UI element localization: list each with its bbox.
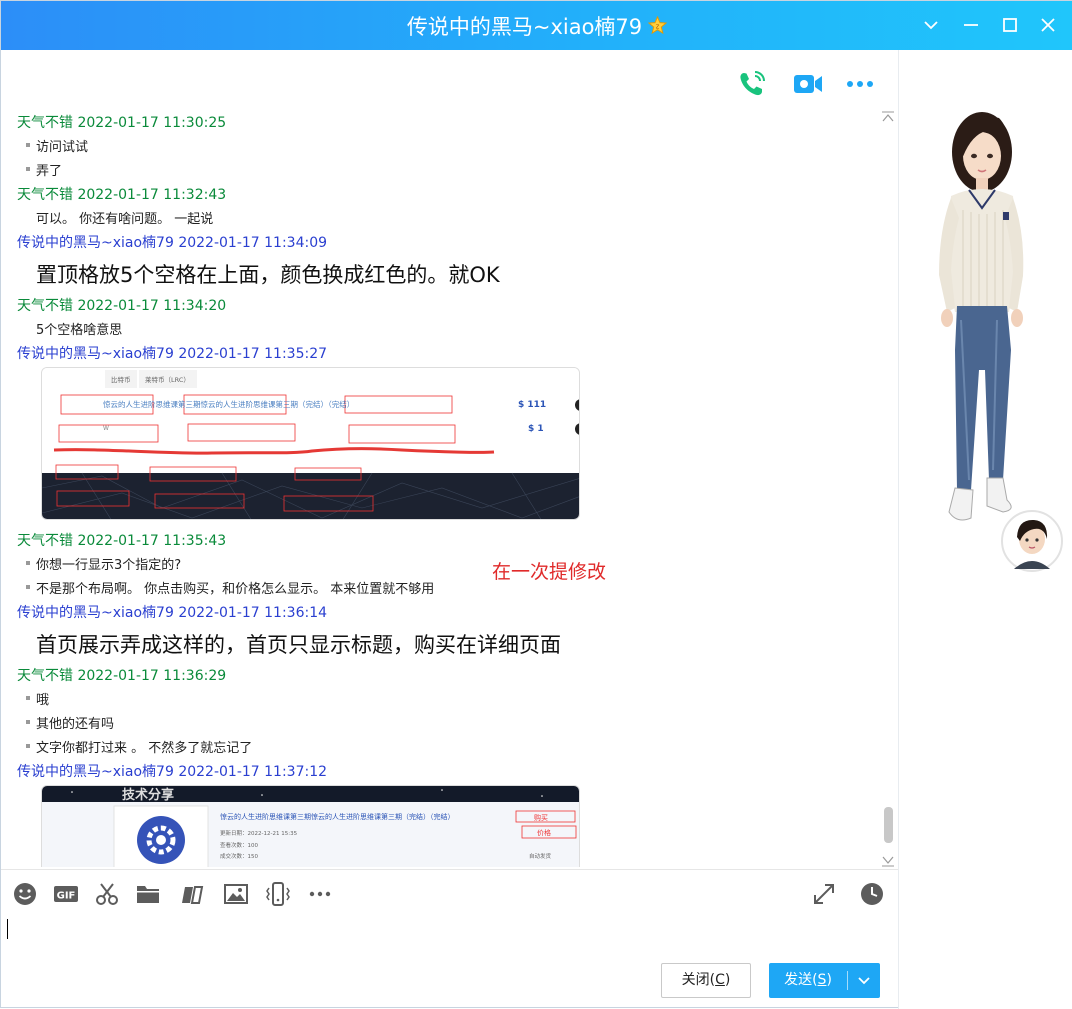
send-button[interactable]: 发送(S) — [769, 963, 880, 998]
sender-name[interactable]: 天气不错 — [17, 298, 73, 314]
image-button: 购买 — [534, 813, 548, 822]
screenshot-image[interactable]: 比特币 莱特币（LRC） 惊云的人生进阶思维课第三期惊云的人生进阶思维课第三期（… — [41, 367, 580, 520]
message-text: 可以。 你还有啥问题。 一起说 — [36, 212, 214, 227]
message-header: 传说中的黑马~xiao楠79 2022-01-17 11:35:27 — [17, 343, 327, 363]
scroll-to-top-icon[interactable] — [881, 108, 895, 127]
image-text: 自动发货 — [529, 852, 552, 860]
chevron-down-icon[interactable] — [919, 13, 943, 37]
image-tab: 莱特币（LRC） — [145, 375, 190, 384]
image-text: W — [103, 425, 109, 432]
message-text: 访问试试 — [25, 136, 88, 155]
message-header: 天气不错 2022-01-17 11:35:43 — [17, 530, 226, 550]
sender-name[interactable]: 传说中的黑马~xiao楠79 — [17, 764, 174, 780]
sender-name[interactable]: 天气不错 — [17, 187, 73, 203]
text-caret — [7, 919, 8, 939]
sender-name[interactable]: 传说中的黑马~xiao楠79 — [17, 605, 174, 621]
avatar-show-panel — [898, 50, 1072, 1009]
message-input[interactable] — [1, 867, 898, 949]
image-text: 更新日期：2022-12-21 15:35 — [220, 829, 298, 837]
message-header: 天气不错 2022-01-17 11:32:43 — [17, 184, 226, 204]
message-time: 2022-01-17 11:34:09 — [178, 235, 328, 251]
scrollbar-thumb[interactable] — [884, 807, 893, 843]
message-time: 2022-01-17 11:37:12 — [178, 764, 328, 780]
close-button[interactable]: 关闭(C) — [661, 963, 751, 998]
image-text: 技术分享 — [122, 787, 174, 803]
message-header: 传说中的黑马~xiao楠79 2022-01-17 11:37:12 — [17, 761, 327, 781]
image-text: 惊云的人生进阶思维课第三期惊云的人生进阶思维课第三期（完结）（完结） — [103, 399, 354, 409]
message-header: 天气不错 2022-01-17 11:34:20 — [17, 295, 226, 315]
image-price: $ 111 — [518, 400, 546, 410]
message-time: 2022-01-17 11:36:29 — [77, 668, 227, 684]
close-icon[interactable] — [1036, 13, 1060, 37]
chat-window: 传说中的黑马~xiao楠79z 天气不错 2022-01-17 11:30:2 — [0, 0, 1072, 1009]
send-label: 发送(S) — [784, 972, 832, 988]
message-time: 2022-01-17 11:34:20 — [77, 298, 227, 314]
message-text: 弄了 — [25, 160, 62, 179]
image-button: 价格 — [537, 828, 551, 837]
image-price: $ 1 — [528, 424, 544, 434]
avatar-thumbnail[interactable] — [1000, 509, 1064, 573]
message-text: 文字你都打过来 。 不然多了就忘记了 — [25, 737, 252, 756]
minimize-icon[interactable] — [959, 13, 983, 37]
message-text: 你想一行显示3个指定的? — [25, 554, 181, 573]
image-text: 惊云的人生进阶思维课第三期惊云的人生进阶思维课第三期（完结）（完结） — [220, 812, 455, 821]
send-divider — [847, 971, 848, 990]
annotation-text: 在一次提修改 — [492, 561, 607, 583]
sender-name[interactable]: 天气不错 — [17, 668, 73, 684]
message-header: 天气不错 2022-01-17 11:36:29 — [17, 665, 226, 685]
message-time: 2022-01-17 11:32:43 — [77, 187, 227, 203]
sender-name[interactable]: 传说中的黑马~xiao楠79 — [17, 235, 174, 251]
message-text: 首页展示弄成这样的，首页只显示标题，购买在详细页面 — [36, 633, 561, 657]
message-time: 2022-01-17 11:35:27 — [178, 346, 328, 362]
message-text: 置顶格放5个空格在上面，颜色换成红色的。就OK — [36, 263, 500, 287]
message-header: 传说中的黑马~xiao楠79 2022-01-17 11:34:09 — [17, 232, 327, 252]
maximize-icon[interactable] — [998, 13, 1022, 37]
message-text: 哦 — [25, 689, 49, 708]
message-text: 5个空格啥意思 — [36, 323, 123, 338]
message-text: 不是那个布局啊。 你点击购买，和价格怎么显示。 本来位置就不够用 — [25, 578, 434, 597]
message-header: 天气不错 2022-01-17 11:30:25 — [17, 112, 226, 132]
image-text: 成交次数：150 — [220, 852, 258, 860]
message-text: 其他的还有吗 — [25, 713, 114, 732]
chat-history[interactable]: 天气不错 2022-01-17 11:30:25 访问试试 弄了 天气不错 20… — [1, 1, 881, 869]
screenshot-image[interactable]: 技术分享 惊云的人生进阶思维课第三期惊云的人生进阶思维课第三期（完结）（完结） … — [41, 785, 580, 867]
sender-name[interactable]: 天气不错 — [17, 533, 73, 549]
sender-name[interactable]: 传说中的黑马~xiao楠79 — [17, 346, 174, 362]
message-time: 2022-01-17 11:35:43 — [77, 533, 227, 549]
image-text: 查看次数：100 — [220, 841, 258, 849]
send-options-chevron-icon[interactable] — [851, 967, 877, 993]
sender-name[interactable]: 天气不错 — [17, 115, 73, 131]
image-tab: 比特币 — [111, 375, 131, 384]
message-time: 2022-01-17 11:36:14 — [178, 605, 328, 621]
message-header: 传说中的黑马~xiao楠79 2022-01-17 11:36:14 — [17, 602, 327, 622]
message-time: 2022-01-17 11:30:25 — [77, 115, 227, 131]
